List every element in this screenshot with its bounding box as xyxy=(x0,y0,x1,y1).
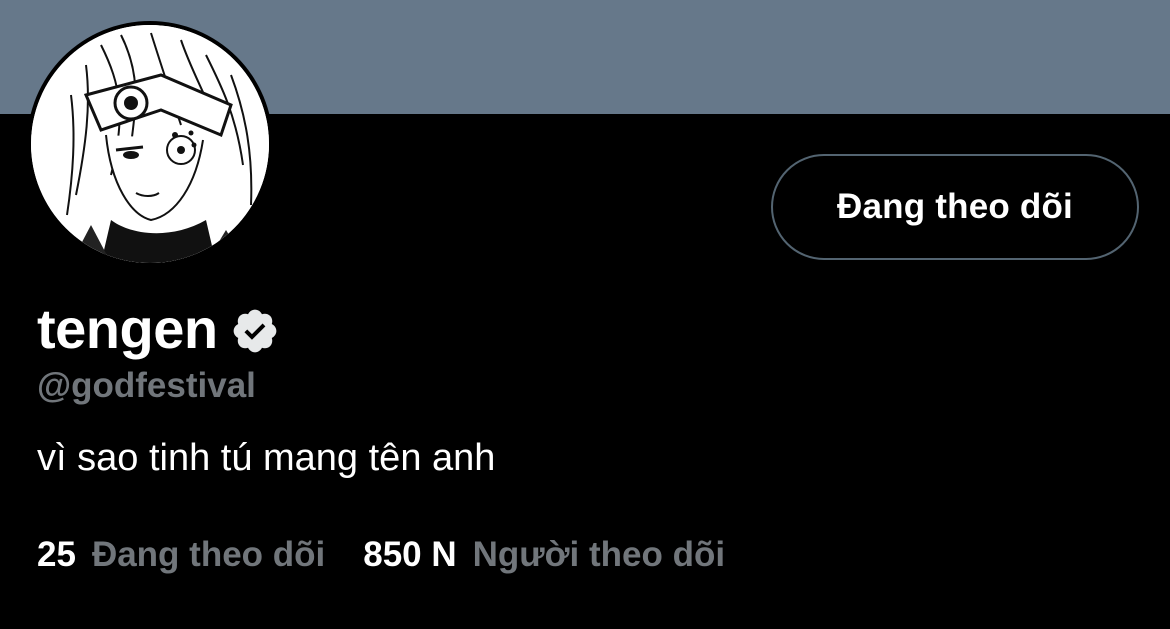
following-count: 25 xyxy=(37,535,76,574)
verified-badge-icon[interactable] xyxy=(230,306,280,356)
followers-count: 850 N xyxy=(363,535,457,574)
following-button[interactable]: Đang theo dõi xyxy=(771,154,1139,260)
followers-stat-link[interactable]: 850 N Người theo dõi xyxy=(363,531,725,579)
profile-bio: vì sao tinh tú mang tên anh xyxy=(37,437,496,479)
profile-handle: @godfestival xyxy=(37,366,256,405)
avatar[interactable] xyxy=(27,21,273,267)
name-row: tengen xyxy=(37,296,280,362)
following-stat-link[interactable]: 25 Đang theo dõi xyxy=(37,531,325,579)
following-label: Đang theo dõi xyxy=(91,535,326,574)
avatar-image xyxy=(31,25,269,263)
followers-label: Người theo dõi xyxy=(472,535,726,574)
display-name: tengen xyxy=(37,297,218,360)
profile-stats: 25 Đang theo dõi 850 N Người theo dõi xyxy=(37,530,725,580)
following-button-label: Đang theo dõi xyxy=(837,187,1073,226)
